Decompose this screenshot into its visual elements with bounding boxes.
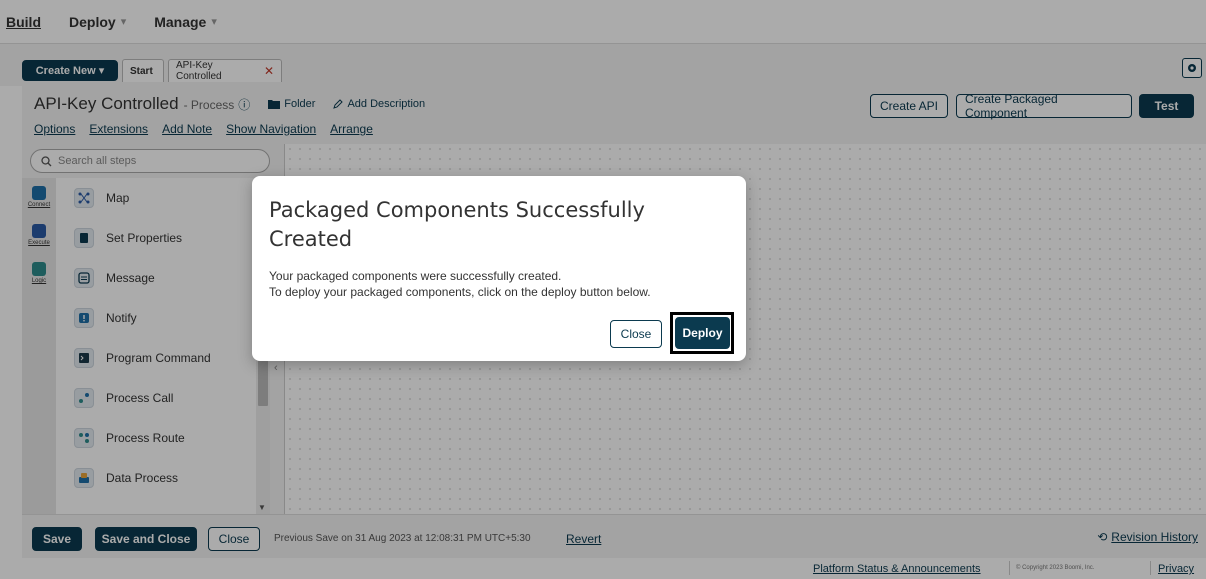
dialog-close-button[interactable]: Close [610, 320, 662, 348]
dialog-message-line: Your packaged components were successful… [269, 269, 562, 283]
deploy-button[interactable]: Deploy [675, 317, 730, 349]
dialog-message-line: To deploy your packaged components, clic… [269, 285, 651, 299]
dialog-title: Packaged Components Successfully Created [269, 198, 645, 251]
success-dialog: Packaged Components Successfully Created… [252, 176, 746, 361]
dialog-body: Your packaged components were successful… [269, 268, 651, 300]
